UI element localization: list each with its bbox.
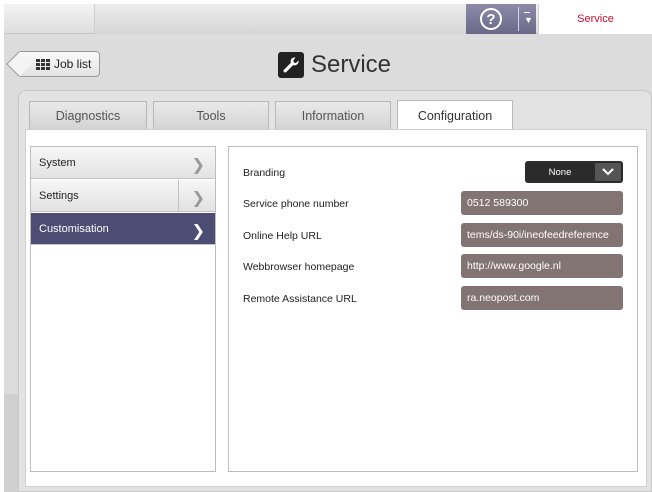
sidebar-item-settings[interactable]: Settings ❯ (31, 180, 215, 212)
webbrowser-homepage-label: Webbrowser homepage (243, 261, 355, 273)
page-title-text: Service (311, 51, 392, 78)
chevron-right-icon: ❯ (191, 223, 205, 240)
page-title: Service (278, 51, 391, 79)
tabs-panel: Diagnostics Tools Information Configurat… (18, 90, 652, 492)
service-phone-label: Service phone number (243, 198, 349, 210)
back-arrow-icon (6, 51, 32, 77)
sidebar-item-label: Settings (39, 189, 79, 202)
sidebar-item-label: System (39, 156, 76, 169)
online-help-url-field[interactable]: tems/ds-90i/ineofeedreference (461, 223, 623, 247)
sidebar-item-customisation[interactable]: Customisation ❯ (31, 213, 215, 245)
sidebar: System ❯ Settings ❯ Customisation ❯ (30, 146, 216, 472)
job-list-button[interactable]: Job list (6, 51, 100, 77)
remote-assistance-url-label: Remote Assistance URL (243, 293, 357, 305)
tab-diagnostics[interactable]: Diagnostics (29, 101, 147, 129)
grid-icon (36, 58, 50, 70)
sidebar-item-label: Customisation (39, 222, 109, 235)
app-window: ? ▼ Service Job list Service Diagnostics… (4, 4, 652, 492)
chevron-right-icon[interactable]: ❯ (192, 188, 205, 208)
tab-configuration[interactable]: Configuration (397, 100, 513, 130)
branding-select[interactable]: None (525, 161, 623, 183)
branding-value: None (548, 166, 572, 178)
wrench-icon (278, 52, 304, 78)
page-header: Job list Service (4, 35, 652, 90)
chevron-down-icon (595, 163, 621, 181)
top-bar: ? ▼ Service (4, 4, 652, 34)
customisation-panel: Branding None Service phone number 0512 … (228, 146, 638, 472)
left-edge-strip (4, 394, 18, 492)
branding-label: Branding (243, 167, 286, 179)
chevron-right-icon: ❯ (191, 157, 205, 174)
tab-information[interactable]: Information (275, 101, 391, 129)
remote-assistance-url-field[interactable]: ra.neopost.com (461, 286, 623, 310)
help-button[interactable]: ? ▼ (466, 4, 536, 34)
service-mode-tab[interactable]: Service (538, 4, 652, 34)
webbrowser-homepage-field[interactable]: http://www.google.nl (461, 254, 623, 278)
sidebar-item-system[interactable]: System ❯ (31, 147, 215, 179)
divider (518, 7, 519, 31)
service-phone-field[interactable]: 0512 589300 (461, 191, 623, 215)
dropdown-arrow-icon[interactable]: ▼ (524, 12, 533, 25)
status-strip (94, 4, 466, 34)
tab-content: System ❯ Settings ❯ Customisation ❯ Bran… (25, 129, 647, 487)
online-help-url-label: Online Help URL (243, 230, 322, 242)
job-list-label: Job list (54, 57, 92, 71)
tab-tools[interactable]: Tools (153, 101, 269, 129)
divider (178, 180, 179, 212)
help-circle-icon: ? (480, 8, 502, 30)
